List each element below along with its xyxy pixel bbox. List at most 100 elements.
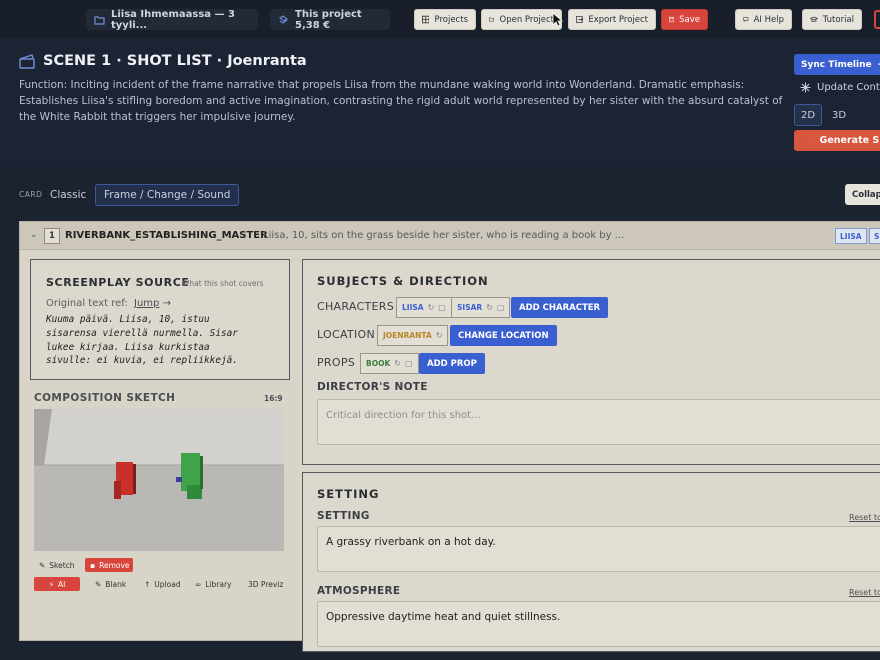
scene-title: SCENE 1 · SHOT LIST · Joenranta <box>19 53 307 69</box>
folder-open-icon <box>489 17 494 22</box>
shot-tag[interactable]: SI <box>869 228 880 244</box>
location-chip[interactable]: JOENRANTA ↻ <box>377 325 449 346</box>
jump-link[interactable]: Jump → <box>134 298 171 309</box>
projects-label: Projects <box>434 14 468 25</box>
graduation-cap-icon <box>810 16 818 22</box>
pencil-icon: ✎ <box>95 579 102 589</box>
project-selector[interactable]: Liisa Ihmemaassa — 3 tyyli... <box>86 8 258 31</box>
card-mode-frame-change-sound[interactable]: Frame / Change / Sound <box>95 184 240 206</box>
trash-icon[interactable]: ▢ <box>438 303 446 312</box>
sync-timeline-label: Sync Timeline <box>801 59 872 70</box>
generate-button[interactable]: Generate Sh <box>794 130 880 151</box>
setting-field[interactable]: A grassy riverbank on a hot day. <box>317 526 880 572</box>
collapse-button[interactable]: Collaps <box>845 184 880 205</box>
save-button[interactable]: Save <box>661 9 708 30</box>
ai-button[interactable]: ⚡ AI <box>34 577 80 591</box>
character-chip[interactable]: SISAR ↻ ▢ <box>451 297 511 318</box>
ai-help-button[interactable]: AI Help <box>735 9 792 30</box>
directors-note-label: DIRECTOR'S NOTE <box>317 381 428 393</box>
remove-button[interactable]: ▪ Remove <box>85 558 133 572</box>
wand-icon: ⚡ <box>48 579 54 589</box>
shot-tag[interactable]: LIISA <box>835 228 867 244</box>
composition-sketch-title: COMPOSITION SKETCH <box>34 392 176 404</box>
directors-note-field[interactable]: Critical direction for this shot... <box>317 399 880 445</box>
refresh-icon[interactable]: ↻ <box>428 303 435 312</box>
shot-number: 1 <box>44 228 60 244</box>
library-button[interactable]: ∞ Library <box>190 577 236 591</box>
shot-header[interactable]: ⌄ 1 RIVERBANK_ESTABLISHING_MASTER Liisa,… <box>20 222 880 250</box>
original-text-ref-label: Original text ref: <box>46 298 128 309</box>
screenplay-text: Kuuma päivä. Liisa, 10, istuu sisarensa … <box>46 314 238 367</box>
reset-atmosphere-link[interactable]: Reset to <box>849 588 880 597</box>
card-mode-classic[interactable]: Classic <box>42 184 94 206</box>
blank-button[interactable]: ✎ Blank <box>90 577 131 591</box>
character-chip-label: LIISA <box>402 303 424 312</box>
save-label: Save <box>679 14 700 25</box>
trash-icon: ▪ <box>90 560 96 570</box>
clipped-toolbar-button[interactable] <box>874 10 880 29</box>
refresh-icon[interactable]: ↻ <box>486 303 493 312</box>
export-project-label: Export Project <box>588 14 648 25</box>
add-prop-button[interactable]: ADD PROP <box>419 353 485 374</box>
subjects-direction-title: SUBJECTS & DIRECTION <box>317 274 489 288</box>
upload-icon: ↑ <box>144 579 151 589</box>
export-icon <box>576 16 584 23</box>
sparkle-icon <box>800 82 811 93</box>
tutorial-label: Tutorial <box>822 14 854 25</box>
projects-button[interactable]: Projects <box>414 9 476 30</box>
refresh-icon[interactable]: ↻ <box>436 331 443 340</box>
location-label: LOCATION <box>317 328 375 341</box>
coins-icon <box>279 14 288 24</box>
library-label: Library <box>205 579 232 589</box>
export-project-button[interactable]: Export Project <box>568 9 656 30</box>
view-2d-toggle[interactable]: 2D <box>794 104 822 126</box>
update-control-button[interactable]: Update Cont <box>800 82 880 93</box>
ai-help-label: AI Help <box>753 14 784 25</box>
chat-icon <box>743 17 749 23</box>
chevron-down-icon[interactable]: ⌄ <box>30 230 38 240</box>
previz-3d-label: 3D Previz <box>248 579 284 589</box>
sketch-button[interactable]: ✎ Sketch <box>34 558 80 572</box>
update-control-label: Update Cont <box>817 82 880 93</box>
screenplay-source-panel: SCREENPLAY SOURCE What this shot covers … <box>30 259 290 380</box>
character-figure-liisa[interactable] <box>114 462 136 499</box>
link-icon: ∞ <box>195 579 202 589</box>
atmosphere-value: Oppressive daytime heat and quiet stilln… <box>326 611 561 623</box>
composition-viewport[interactable] <box>34 409 284 551</box>
directors-note-placeholder: Critical direction for this shot... <box>326 410 481 421</box>
change-location-button[interactable]: CHANGE LOCATION <box>450 325 557 346</box>
character-chip[interactable]: LIISA ↻ ▢ <box>396 297 452 318</box>
open-project-button[interactable]: Open Project <box>481 9 562 30</box>
tutorial-button[interactable]: Tutorial <box>802 9 862 30</box>
project-name: Liisa Ihmemaassa — 3 tyyli... <box>111 8 235 31</box>
trash-icon[interactable]: ▢ <box>497 303 505 312</box>
subjects-direction-panel: SUBJECTS & DIRECTION CHARACTERS LIISA ↻ ▢… <box>302 259 880 465</box>
screenplay-source-title: SCREENPLAY SOURCE <box>46 276 190 289</box>
aspect-ratio-label[interactable]: 16:9 <box>264 394 283 403</box>
ai-label: AI <box>57 579 66 589</box>
setting-panel: SETTING SETTING Reset to A grassy riverb… <box>302 472 880 652</box>
setting-label: SETTING <box>317 510 370 522</box>
reset-setting-link[interactable]: Reset to <box>849 513 880 522</box>
clapperboard-icon <box>19 53 35 69</box>
view-3d-toggle[interactable]: 3D <box>826 104 852 126</box>
prop-chip-label: BOOK <box>366 359 391 368</box>
open-project-label: Open Project <box>499 14 555 25</box>
scene-title-text: SCENE 1 · SHOT LIST · Joenranta <box>43 53 307 69</box>
upload-button[interactable]: ↑ Upload <box>139 577 186 591</box>
sync-timeline-button[interactable]: Sync Timeline → <box>794 54 880 75</box>
refresh-icon[interactable]: ↻ <box>394 359 401 368</box>
mouse-cursor-icon <box>552 12 563 27</box>
atmosphere-field[interactable]: Oppressive daytime heat and quiet stilln… <box>317 601 880 647</box>
character-chip-label: SISAR <box>457 303 483 312</box>
trash-icon[interactable]: ▢ <box>405 359 413 368</box>
props-label: PROPS <box>317 356 356 369</box>
prop-chip[interactable]: BOOK ↻ ▢ <box>360 353 419 374</box>
setting-value: A grassy riverbank on a hot day. <box>326 536 496 548</box>
project-cost-label: This project 5,38 € <box>295 8 362 31</box>
pencil-icon: ✎ <box>39 560 46 570</box>
original-text-ref: Original text ref: Jump → <box>46 298 171 309</box>
previz-3d-button[interactable]: 3D Previz <box>243 577 288 591</box>
add-character-button[interactable]: ADD CHARACTER <box>511 297 609 318</box>
previz-scene <box>34 409 284 551</box>
